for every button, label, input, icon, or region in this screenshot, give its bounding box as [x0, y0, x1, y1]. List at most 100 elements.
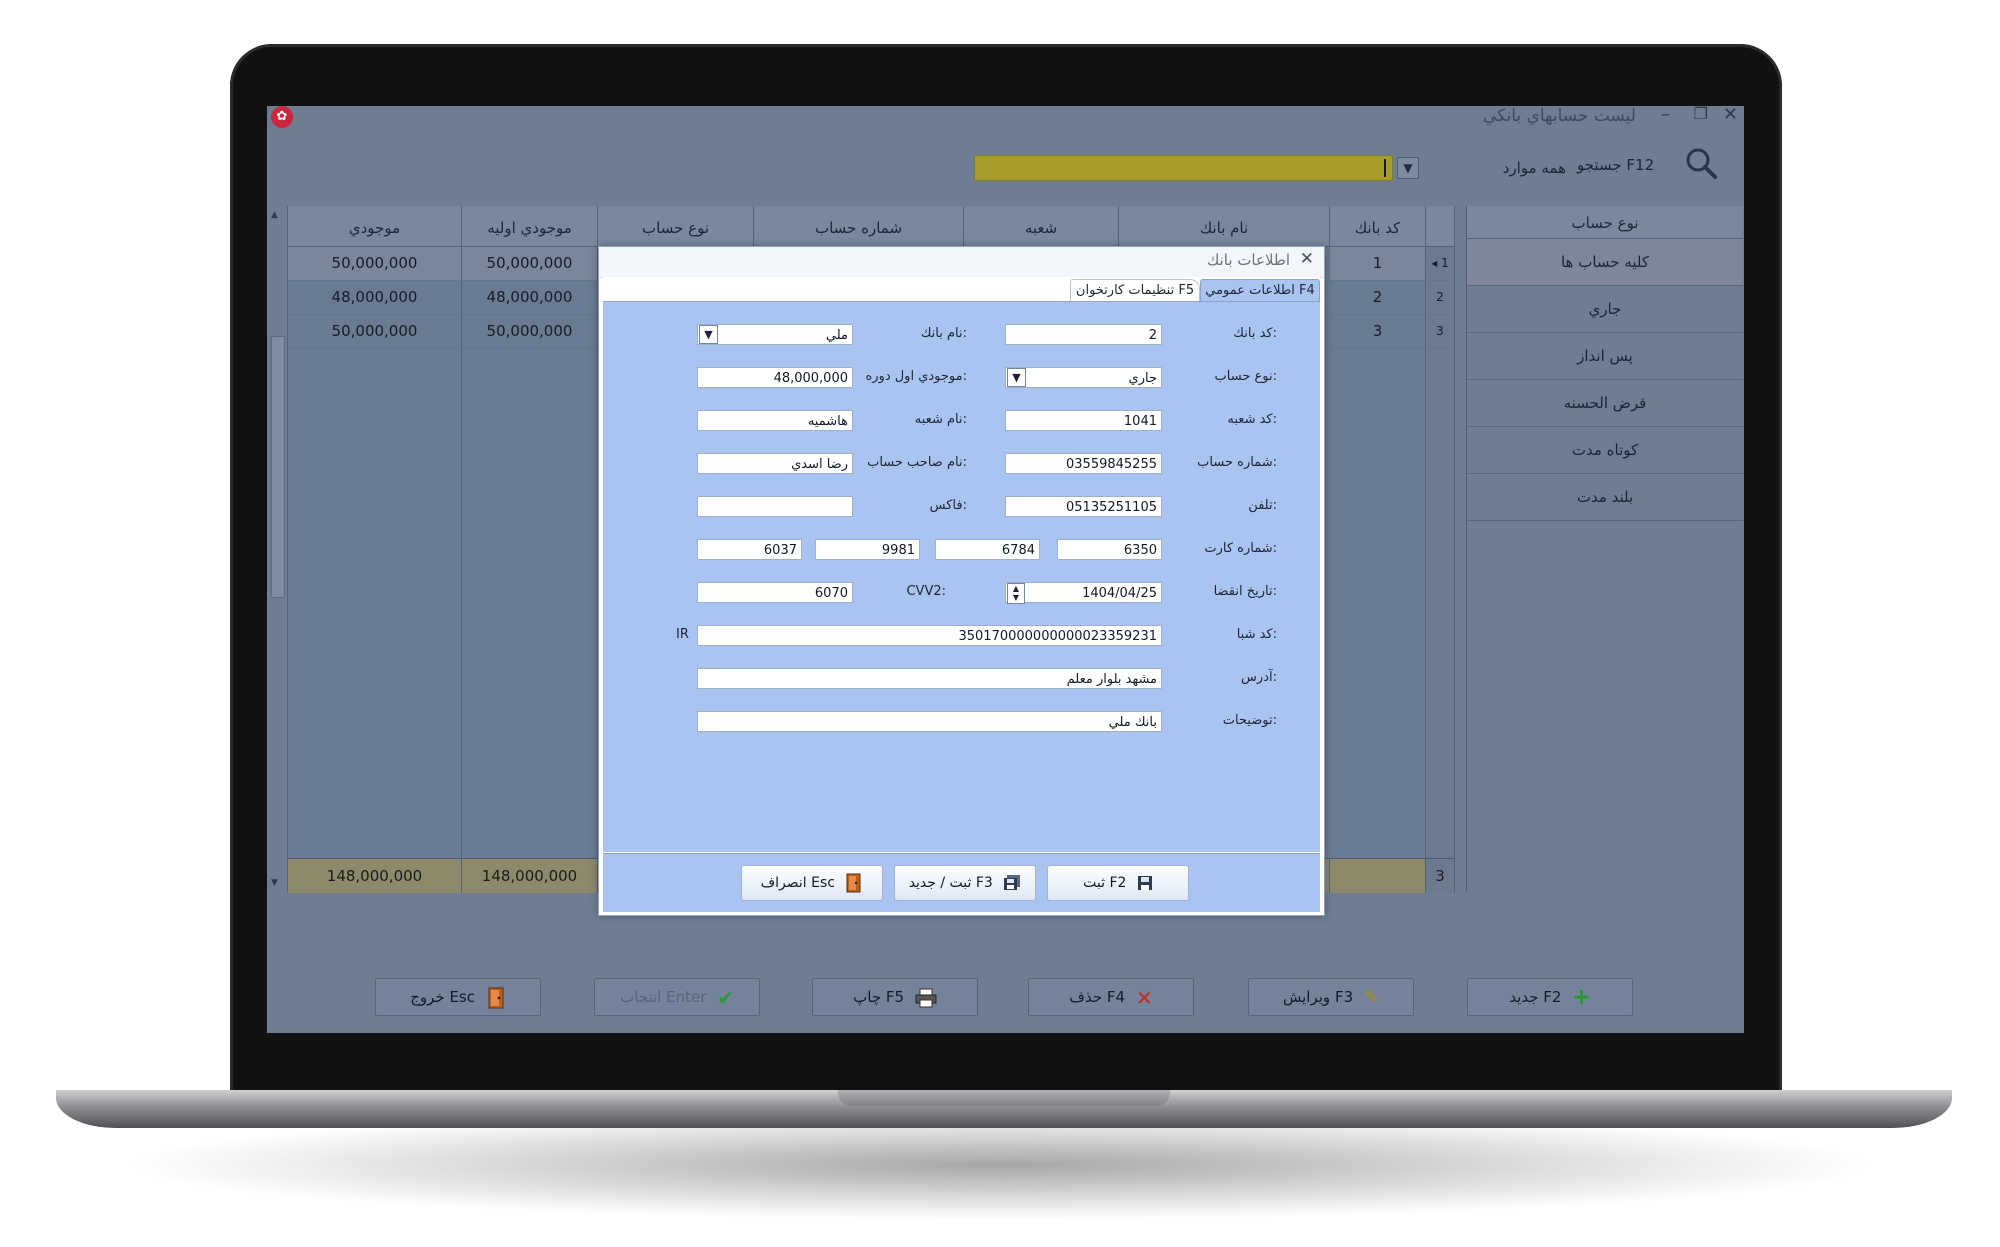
scroll-up-icon[interactable]: ▲ [271, 210, 278, 220]
dialog-form: كد بانك: 2 نام بانك: ملي ▼ نوع حساب: جار… [603, 301, 1320, 852]
expiry-field[interactable]: 1404/04/25 [1005, 582, 1162, 603]
footer-cell [1330, 858, 1426, 893]
app-window: ✿ ليست حسابهاي بانكي – ❐ ✕ ▼ همه موارد ج… [267, 106, 1744, 1033]
card-no-part-1[interactable]: 6350 [1057, 539, 1162, 560]
address-label: آدرس: [1241, 670, 1277, 685]
account-no-field[interactable]: 03559845255 [1005, 453, 1162, 474]
phone-field[interactable]: 05135251105 [1005, 496, 1162, 517]
table-row-balance[interactable]: 50,000,000 [288, 315, 462, 349]
window-title: ليست حسابهاي بانكي [1482, 106, 1636, 126]
table-row-bank-code[interactable]: 2 [1330, 281, 1426, 315]
table-row-initial-balance[interactable]: 50,000,000 [462, 315, 598, 349]
table-row-balance[interactable]: 48,000,000 [288, 281, 462, 315]
sidebar-item-gharz[interactable]: قرض الحسنه [1467, 380, 1743, 427]
scroll-thumb[interactable] [271, 336, 285, 598]
bank-info-dialog: اطلاعات بانك ✕ اطلاعات عمومي F4 تنظيمات … [598, 246, 1325, 916]
account-type-combo[interactable]: جاري [1005, 367, 1162, 388]
floppy-disk-icon [1137, 876, 1152, 890]
card-no-part-4[interactable]: 6037 [697, 539, 802, 560]
branch-name-label: نام شعبه: [914, 412, 967, 427]
floppy-disks-icon [1004, 875, 1021, 890]
dialog-footer: ثبت F2 ثبت / جديد F3 انصراف Esc [603, 853, 1320, 912]
bank-name-dropdown-icon[interactable]: ▼ [699, 325, 718, 344]
text-caret [1384, 159, 1386, 177]
scroll-down-icon[interactable]: ▼ [271, 878, 278, 888]
row-marker[interactable]: 3 [1426, 315, 1455, 349]
account-type-label: نوع حساب: [1214, 369, 1277, 384]
table-row-balance[interactable]: 50,000,000 [288, 247, 462, 281]
row-marker[interactable]: 2 [1426, 281, 1455, 315]
fax-field[interactable] [697, 496, 853, 517]
row-marker[interactable]: ◂ 1 [1426, 247, 1455, 281]
new-button[interactable]: جديد F2 + [1467, 978, 1633, 1016]
checkmark-icon: ✔ [717, 985, 734, 1010]
sheba-field[interactable]: 350170000000000023359231 [697, 625, 1162, 646]
exit-button[interactable]: خروج Esc [375, 978, 541, 1016]
table-row-initial-balance[interactable]: 50,000,000 [462, 247, 598, 281]
bank-name-label: نام بانك: [920, 326, 967, 341]
branch-code-field[interactable]: 1041 [1005, 410, 1162, 431]
holder-label: نام صاحب حساب: [867, 455, 967, 470]
new-button-label: جديد F2 [1509, 988, 1562, 1006]
pencil-icon: ✎ [1363, 986, 1379, 1008]
restore-button[interactable]: ❐ [1694, 106, 1708, 123]
app-logo-icon[interactable]: ✿ [271, 106, 293, 128]
filter-combo[interactable]: همه موارد [1420, 156, 1566, 180]
grid-scrollbar[interactable]: ▲ ▼ [267, 206, 288, 892]
header-bank-name[interactable]: نام بانك [1119, 206, 1330, 247]
dialog-title: اطلاعات بانك [1206, 251, 1290, 269]
search-icon[interactable] [1684, 146, 1718, 180]
cancel-button-label: انصراف Esc [760, 875, 835, 891]
expiry-spinner-icon[interactable]: ▲ ▼ [1007, 583, 1025, 604]
search-label: جستجو F12 [1577, 156, 1655, 174]
table-row-initial-balance[interactable]: 48,000,000 [462, 281, 598, 315]
sidebar-item-short-term[interactable]: كوتاه مدت [1467, 427, 1743, 474]
title-bar: ✿ ليست حسابهاي بانكي – ❐ ✕ [267, 106, 1744, 146]
header-balance[interactable]: موجودي [288, 206, 462, 247]
initial-balance-field[interactable]: 48,000,000 [697, 367, 853, 388]
save-new-button-label: ثبت / جديد F3 [908, 875, 993, 891]
edit-button[interactable]: ويرايش F3 ✎ [1248, 978, 1414, 1016]
sidebar-item-all[interactable]: كليه حساب ها [1467, 239, 1743, 286]
header-branch[interactable]: شعبه [964, 206, 1119, 247]
select-button[interactable]: انتخاب Enter ✔ [594, 978, 760, 1016]
account-type-dropdown-icon[interactable]: ▼ [1007, 368, 1026, 387]
sheba-label: كد شبا: [1236, 627, 1277, 642]
sidebar-item-savings[interactable]: پس انداز [1467, 333, 1743, 380]
header-initial-balance[interactable]: موجودي اوليه [462, 206, 598, 247]
delete-button[interactable]: حذف F4 ✕ [1028, 978, 1194, 1016]
cancel-button[interactable]: انصراف Esc [741, 865, 883, 901]
table-row-bank-code[interactable]: 3 [1330, 315, 1426, 349]
tab-general[interactable]: اطلاعات عمومي F4 [1200, 279, 1320, 302]
table-row-bank-code[interactable]: 1 [1330, 247, 1426, 281]
minimize-button[interactable]: – [1661, 106, 1670, 125]
edit-button-label: ويرايش F3 [1283, 988, 1354, 1006]
address-field[interactable]: مشهد بلوار معلم [697, 668, 1162, 689]
tab-card-reader[interactable]: تنظيمات كارتخوان F5 [1070, 279, 1200, 302]
print-button-label: چاپ F5 [853, 988, 905, 1006]
dialog-close-icon[interactable]: ✕ [1300, 249, 1314, 269]
branch-name-field[interactable]: هاشميه [697, 410, 853, 431]
card-no-part-3[interactable]: 9981 [815, 539, 920, 560]
save-button-label: ثبت F2 [1083, 875, 1127, 891]
search-input[interactable] [974, 155, 1393, 181]
header-account-no[interactable]: شماره حساب [754, 206, 964, 247]
print-button[interactable]: چاپ F5 [812, 978, 978, 1016]
delete-button-label: حذف F4 [1069, 988, 1126, 1006]
save-button[interactable]: ثبت F2 [1047, 865, 1189, 901]
cvv2-field[interactable]: 6070 [697, 582, 853, 603]
sidebar-item-long-term[interactable]: بلند مدت [1467, 474, 1743, 521]
bank-name-combo[interactable]: ملي [697, 324, 853, 345]
notes-field[interactable]: بانك ملي [697, 711, 1162, 732]
save-new-button[interactable]: ثبت / جديد F3 [894, 865, 1036, 901]
sidebar-item-current[interactable]: جاري [1467, 286, 1743, 333]
laptop-notch [838, 1090, 1170, 1106]
fax-label: فاكس: [929, 498, 967, 513]
header-bank-code[interactable]: كد بانك [1330, 206, 1426, 247]
header-account-type[interactable]: نوع حساب [598, 206, 754, 247]
filter-dropdown-icon[interactable]: ▼ [1397, 157, 1419, 179]
close-button[interactable]: ✕ [1723, 106, 1738, 125]
bank-code-field[interactable]: 2 [1005, 324, 1162, 345]
holder-field[interactable]: رضا اسدي [697, 453, 853, 474]
card-no-part-2[interactable]: 6784 [935, 539, 1040, 560]
